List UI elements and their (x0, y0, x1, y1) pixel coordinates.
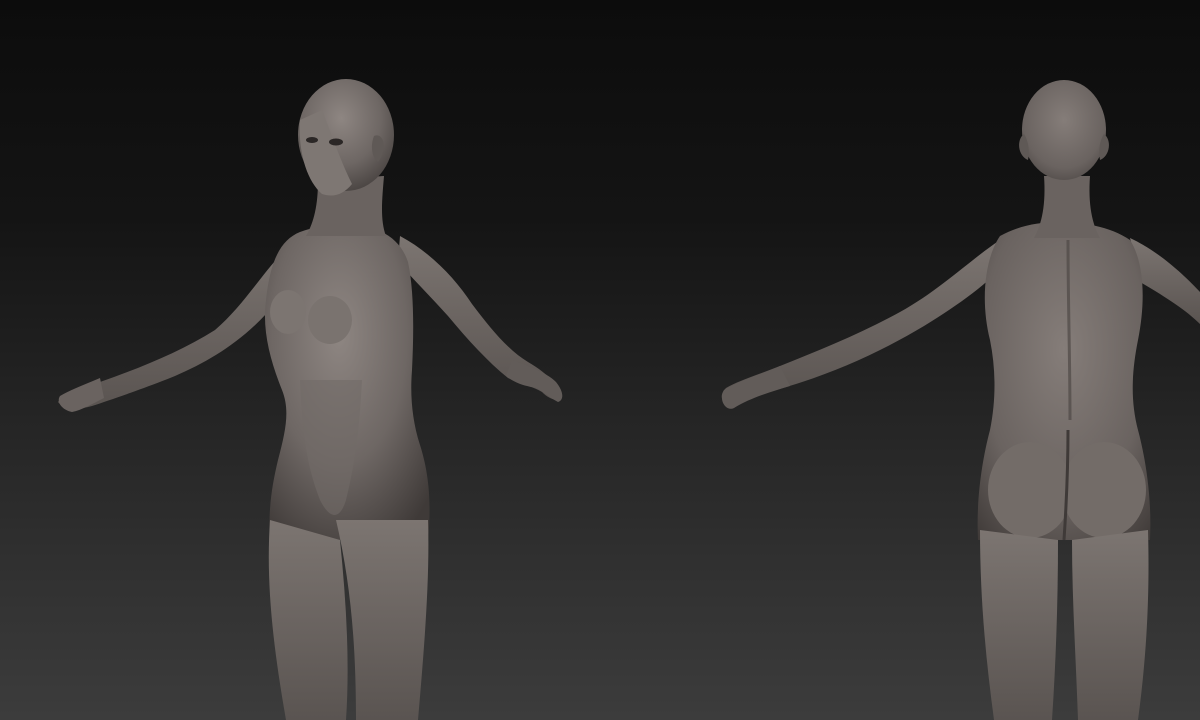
front-eye-right (329, 138, 343, 146)
back-model[interactable] (721, 80, 1200, 720)
front-right-leg (336, 520, 429, 720)
back-neck (1034, 176, 1100, 238)
front-chest-right (308, 296, 352, 344)
back-glute-left (988, 442, 1072, 538)
back-right-leg (1072, 530, 1149, 720)
viewport-canvas[interactable] (0, 0, 1200, 720)
sculpt-viewport[interactable] (0, 0, 1200, 720)
front-eye-left (306, 137, 318, 143)
back-head (1022, 80, 1106, 180)
front-model[interactable] (58, 79, 563, 720)
front-left-hand (58, 378, 104, 412)
front-left-leg (268, 520, 348, 720)
back-glute-right (1062, 442, 1146, 538)
back-left-hand (721, 366, 790, 409)
back-left-leg (980, 530, 1058, 720)
front-chest-left (270, 290, 306, 334)
